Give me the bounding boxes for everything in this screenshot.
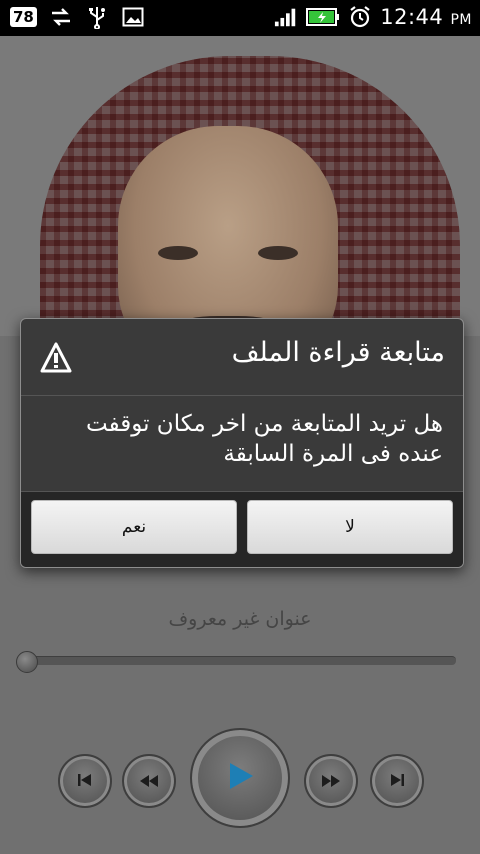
seek-bar[interactable] bbox=[16, 651, 456, 673]
track-title: عنوان غير معروف bbox=[168, 608, 312, 630]
fast-forward-icon bbox=[321, 772, 341, 791]
no-button[interactable]: لا bbox=[247, 500, 453, 554]
image-icon bbox=[121, 6, 145, 28]
yes-button[interactable]: نعم bbox=[31, 500, 237, 554]
dialog-title: متابعة قراءة الملف bbox=[231, 337, 445, 368]
next-button[interactable] bbox=[370, 754, 424, 808]
battery-icon bbox=[306, 6, 340, 28]
status-bar-left: 78 bbox=[10, 6, 145, 29]
clock: 12:44 PM bbox=[380, 5, 472, 29]
seek-thumb[interactable] bbox=[16, 651, 38, 673]
previous-button[interactable] bbox=[58, 754, 112, 808]
status-bar: 78 12:44 PM bbox=[0, 0, 480, 36]
play-icon bbox=[225, 761, 255, 795]
skip-next-icon bbox=[389, 772, 405, 791]
reciter-photo bbox=[0, 36, 480, 336]
dialog-header: متابعة قراءة الملف bbox=[21, 319, 463, 396]
alert-icon bbox=[39, 341, 73, 375]
dialog-button-bar: نعم لا bbox=[21, 491, 463, 567]
status-bar-right: 12:44 PM bbox=[274, 5, 472, 29]
resume-dialog: متابعة قراءة الملف هل تريد المتابعة من ا… bbox=[20, 318, 464, 568]
skip-previous-icon bbox=[77, 772, 93, 791]
play-button[interactable] bbox=[190, 728, 290, 828]
reciter-face bbox=[118, 126, 338, 336]
left-eye bbox=[158, 246, 198, 260]
fast-forward-button[interactable] bbox=[304, 754, 358, 808]
alarm-icon bbox=[348, 6, 372, 28]
sync-icon bbox=[49, 6, 73, 28]
dialog-message: هل تريد المتابعة من اخر مكان توقفت عنده … bbox=[86, 411, 443, 467]
rewind-button[interactable] bbox=[122, 754, 176, 808]
right-eye bbox=[258, 246, 298, 260]
notification-count-badge: 78 bbox=[10, 7, 37, 27]
signal-icon bbox=[274, 6, 298, 28]
usb-icon bbox=[85, 6, 109, 29]
rewind-icon bbox=[139, 772, 159, 791]
